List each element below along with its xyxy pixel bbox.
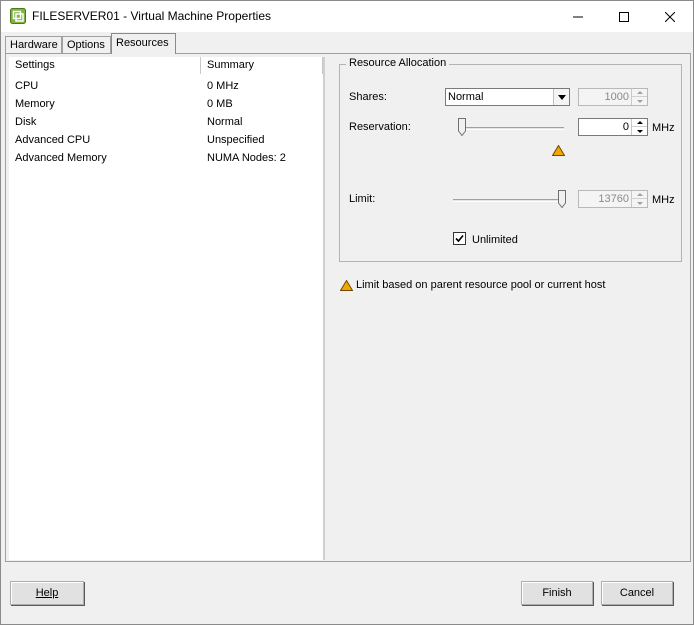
setting-summary: 0 MB (207, 98, 233, 110)
spin-down-icon (632, 127, 647, 135)
list-item[interactable]: Disk Normal (9, 113, 323, 131)
window-title: FILESERVER01 - Virtual Machine Propertie… (32, 9, 271, 23)
reservation-label: Reservation: (349, 121, 411, 133)
settings-list: Settings Summary CPU 0 MHz Memory 0 MB D… (9, 57, 325, 560)
help-button-label: Help (35, 587, 59, 599)
minimize-button[interactable] (555, 1, 601, 32)
spinner-arrows (631, 119, 647, 135)
column-header-settings[interactable]: Settings (9, 57, 201, 74)
reservation-slider[interactable] (458, 127, 564, 130)
reservation-slider-thumb[interactable] (458, 118, 466, 137)
vm-properties-icon (10, 8, 26, 24)
shares-select-value: Normal (448, 91, 484, 103)
tab-options[interactable]: Options (62, 36, 111, 54)
limit-label: Limit: (349, 193, 376, 205)
spin-up-icon (632, 89, 647, 97)
column-header-summary[interactable]: Summary (201, 57, 323, 74)
help-button[interactable]: Help (10, 581, 84, 605)
unlimited-label: Unlimited (472, 234, 518, 246)
limit-slider-thumb[interactable] (558, 190, 566, 209)
warning-icon (339, 279, 354, 294)
setting-name: CPU (15, 80, 39, 92)
tab-label: Hardware (10, 39, 58, 51)
properties-window: FILESERVER01 - Virtual Machine Propertie… (0, 0, 694, 625)
tab-label: Options (67, 39, 105, 51)
unlimited-checkbox[interactable] (453, 232, 466, 245)
warning-icon (551, 144, 566, 159)
shares-label: Shares: (349, 91, 387, 103)
spin-down-icon (632, 97, 647, 105)
setting-name: Advanced CPU (15, 134, 91, 146)
shares-number-value: 1000 (604, 91, 629, 103)
list-item[interactable]: Advanced CPU Unspecified (9, 131, 323, 149)
setting-summary: Normal (207, 116, 243, 128)
finish-button[interactable]: Finish (521, 581, 593, 605)
tab-content: Settings Summary CPU 0 MHz Memory 0 MB D… (5, 53, 691, 562)
spin-down-icon (632, 199, 647, 207)
warning-text: Limit based on parent resource pool or c… (356, 279, 606, 291)
limit-unit: MHz (652, 194, 675, 206)
shares-select[interactable]: Normal (445, 88, 570, 106)
close-button[interactable] (647, 1, 693, 32)
maximize-icon (619, 11, 629, 22)
reservation-spinner[interactable]: 0 (578, 118, 648, 136)
setting-name: Disk (15, 116, 37, 128)
setting-summary: 0 MHz (207, 80, 239, 92)
spinner-arrows (631, 89, 647, 105)
setting-name: Memory (15, 98, 55, 110)
list-header: Settings Summary (9, 57, 323, 74)
title-bar: FILESERVER01 - Virtual Machine Propertie… (1, 1, 693, 32)
limit-spinner[interactable]: 13760 (578, 190, 648, 208)
setting-summary: NUMA Nodes: 2 (207, 152, 286, 164)
list-item[interactable]: CPU 0 MHz (9, 77, 323, 95)
limit-value: 13760 (598, 193, 629, 205)
maximize-button[interactable] (601, 1, 647, 32)
list-item[interactable]: Memory 0 MB (9, 95, 323, 113)
finish-button-label: Finish (542, 587, 572, 599)
cancel-button[interactable]: Cancel (601, 581, 673, 605)
list-item[interactable]: Advanced Memory NUMA Nodes: 2 (9, 149, 323, 167)
setting-name: Advanced Memory (15, 152, 107, 164)
spin-up-icon (632, 119, 647, 127)
group-legend: Resource Allocation (346, 57, 450, 69)
chevron-down-icon (553, 89, 569, 105)
limit-slider[interactable] (453, 199, 563, 202)
tab-resources[interactable]: Resources (111, 33, 176, 54)
spinner-arrows (631, 191, 647, 207)
shares-number-spinner[interactable]: 1000 (578, 88, 648, 106)
spin-up-icon (632, 191, 647, 199)
minimize-icon (573, 12, 583, 22)
cancel-button-label: Cancel (619, 587, 655, 599)
tab-hardware[interactable]: Hardware (5, 36, 62, 54)
resource-allocation-group: Resource Allocation Shares: Normal 1000 … (339, 57, 682, 262)
close-icon (665, 11, 675, 22)
tab-label: Resources (116, 37, 169, 49)
checkmark-icon (455, 234, 464, 243)
reservation-value: 0 (622, 121, 629, 133)
reservation-unit: MHz (652, 122, 675, 134)
setting-summary: Unspecified (207, 134, 265, 146)
